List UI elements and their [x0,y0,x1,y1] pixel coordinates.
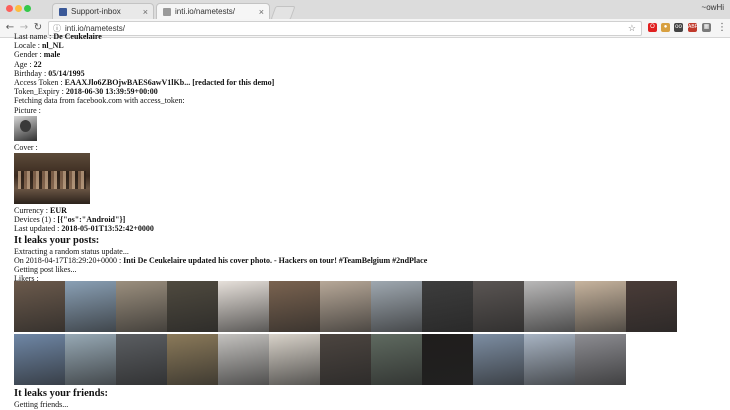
gender-line: Gender : male [14,50,61,60]
liker-photo [269,334,320,385]
posts-heading: It leaks your posts: [14,234,100,246]
liker-photo [116,334,167,385]
liker-photo [218,281,269,332]
liker-photo [524,281,575,332]
profile-label[interactable]: ~owHi [702,3,724,12]
liker-photo [320,281,371,332]
liker-photo [371,281,422,332]
liker-photo [575,334,626,385]
likers-row [14,334,684,385]
menu-icon[interactable]: ⋮ [716,21,728,34]
liker-photo [65,334,116,385]
picture-label: Picture : [14,105,41,115]
access-token-line: Access Token : EAAXJlo6ZBOjwBAES6awV1lKb… [14,78,275,88]
liker-photo [14,334,65,385]
getting-friends-line: Getting friends... [14,400,69,409]
friends-section: It leaks your friends: Getting friends..… [14,387,714,409]
facebook-icon [59,8,67,16]
birthday-line: Birthday : 05/14/1995 [14,68,85,78]
liker-photo [575,281,626,332]
getting-likes-line: Getting post likes... [14,265,77,275]
friends-heading: It leaks your friends: [14,388,109,399]
tab-nametests[interactable]: inti.io/nametests/ × [156,3,270,20]
close-window-button[interactable] [6,5,13,12]
cover-photo [14,153,90,205]
liker-photo [320,334,371,385]
liker-photo [473,281,524,332]
last-name-line: Last name : De Ceukelaire [14,32,102,41]
token-expiry-line: Token_Expiry : 2018-06-30 13:39:59+00:00 [14,87,158,97]
extracting-line: Extracting a random status update... [14,246,129,256]
tab-support-inbox[interactable]: Support-inbox × [52,3,154,20]
age-line: Age : 22 [14,59,42,69]
extension-icon[interactable]: ▦ [702,23,711,32]
new-tab-button[interactable] [270,6,296,20]
liker-photo [371,334,422,385]
liker-photo [422,334,473,385]
cover-label: Cover : [14,142,38,152]
tab-close-icon[interactable]: × [259,4,264,20]
liker-photo [116,281,167,332]
tab-bar: Support-inbox × inti.io/nametests/ × ~ow… [0,0,730,20]
currency-line: Currency : EUR [14,206,67,216]
liker-photo [167,281,218,332]
page-content: Last name : De Ceukelaire Locale : nl_NL… [14,32,714,283]
liker-photo [269,281,320,332]
minimize-window-button[interactable] [15,5,22,12]
tab-close-icon[interactable]: × [143,4,148,20]
cookie-icon[interactable]: ● [661,23,670,32]
liker-photo [65,281,116,332]
liker-photo [167,334,218,385]
liker-photo [14,281,65,332]
last-updated-line: Last updated : 2018-05-01T13:52:42+0000 [14,224,154,234]
profile-picture [14,115,37,141]
locale-line: Locale : nl_NL [14,41,64,51]
page-icon [163,8,171,16]
post-line: On 2018-04-17T18:29:20+0000 : Inti De Ce… [14,255,428,265]
liker-photo [218,334,269,385]
liker-photo [626,281,677,332]
likers-grid [14,281,684,387]
likers-row [14,281,684,332]
opera-icon[interactable]: O [648,23,657,32]
liker-photo [422,281,473,332]
devices-line: Devices (1) : [{"os":"Android"}] [14,215,126,225]
liker-photo [524,334,575,385]
fetching-line: Fetching data from facebook.com with acc… [14,96,185,106]
abp-icon[interactable]: ABP [688,23,698,32]
maximize-window-button[interactable] [24,5,31,12]
glasses-icon[interactable]: oo [674,23,683,32]
liker-photo [473,334,524,385]
